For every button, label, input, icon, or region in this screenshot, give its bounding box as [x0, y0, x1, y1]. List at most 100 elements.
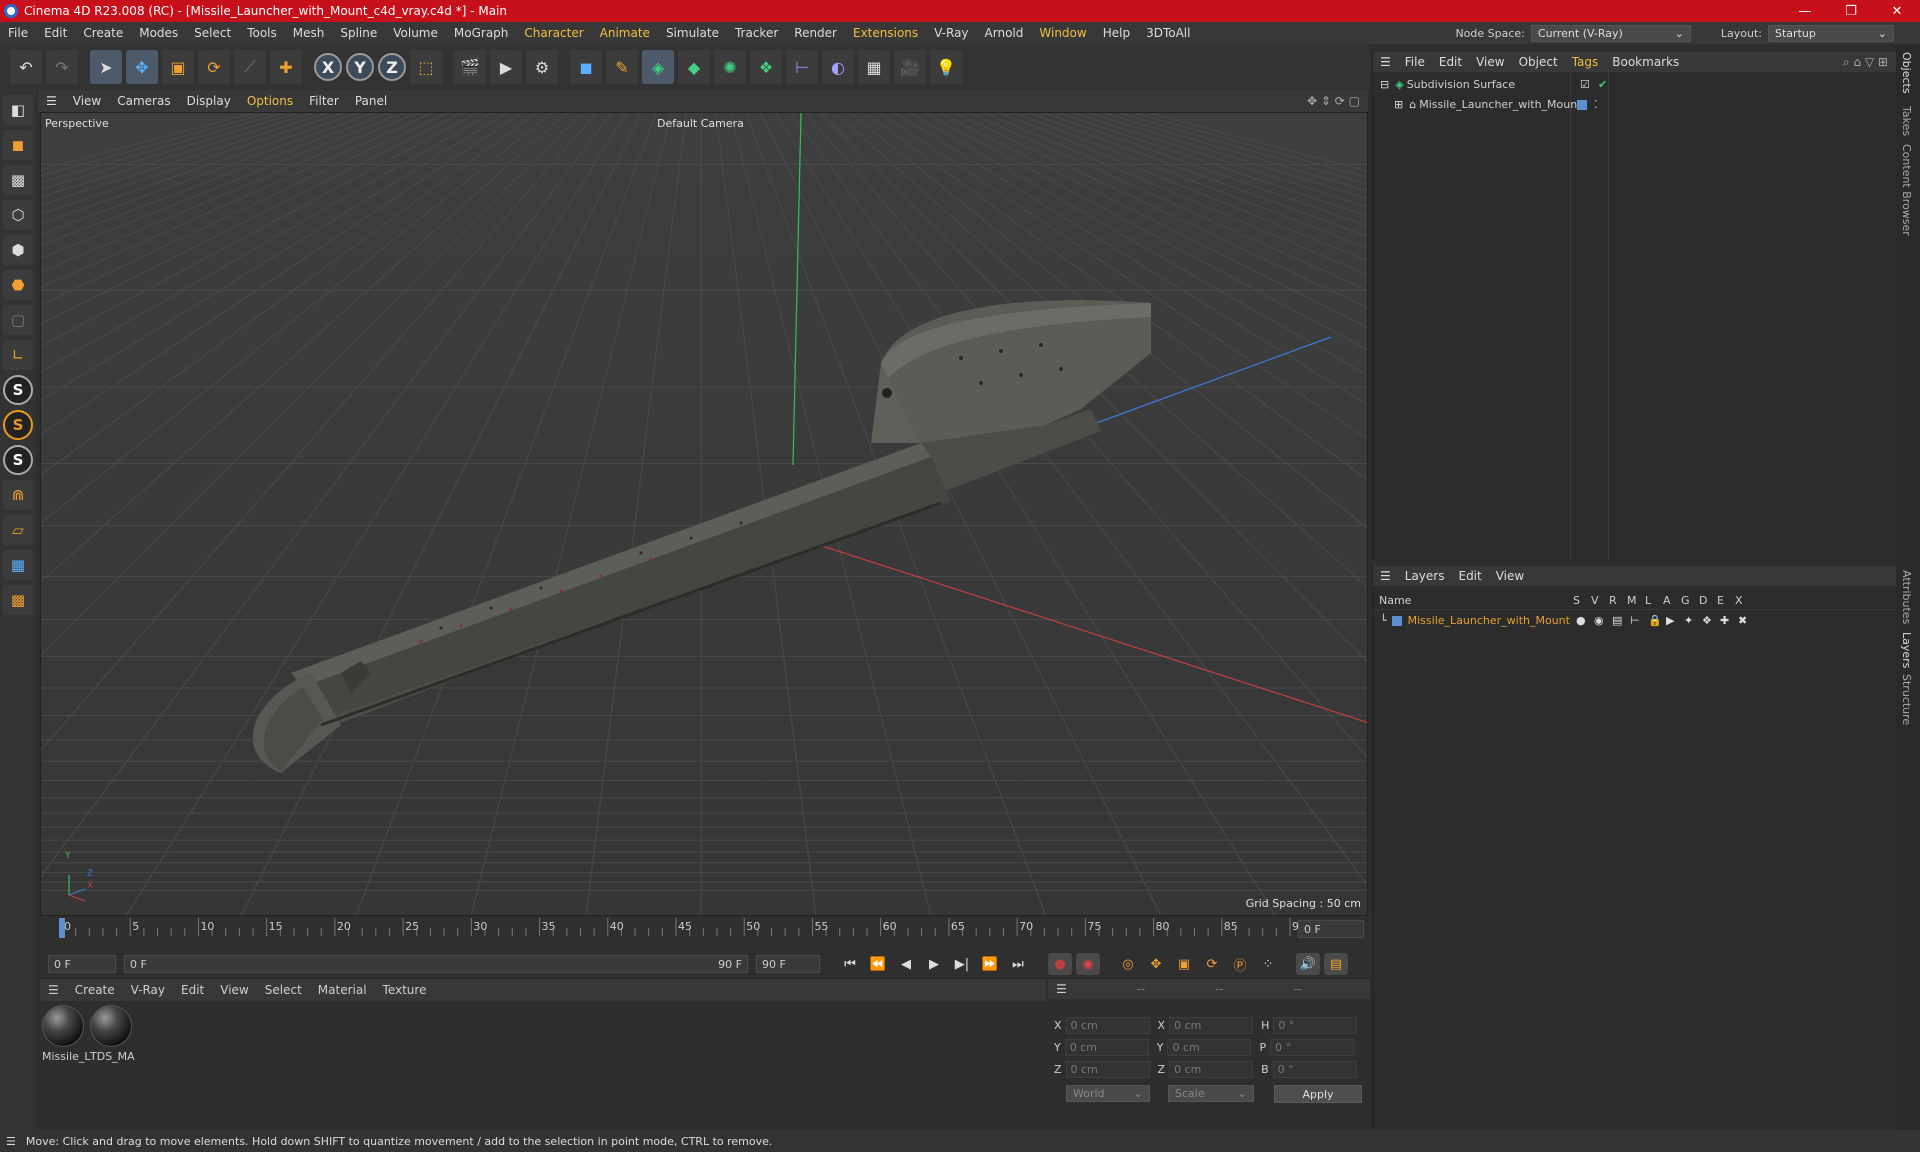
- hamburger-icon[interactable]: ☰: [1373, 569, 1398, 583]
- go-to-start-icon[interactable]: ⏮: [838, 953, 862, 975]
- hamburger-icon[interactable]: ☰: [40, 983, 67, 997]
- menu-animate[interactable]: Animate: [592, 26, 658, 40]
- key-position-icon[interactable]: ✥: [1144, 953, 1168, 975]
- menu-mograph[interactable]: MoGraph: [446, 26, 517, 40]
- obj-menu-file[interactable]: File: [1398, 55, 1432, 69]
- menu-3dtoall[interactable]: 3DToAll: [1138, 26, 1198, 40]
- timeline-ruler[interactable]: 051015202530354045505560657075808590 0 F: [40, 916, 1370, 950]
- frame-range-slider[interactable]: 0 F 90 F: [124, 955, 748, 973]
- floor-icon[interactable]: ▦: [858, 50, 890, 84]
- snap-icon[interactable]: S: [3, 375, 33, 405]
- expressions-icon[interactable]: ✚: [1720, 614, 1729, 627]
- menu-window[interactable]: Window: [1031, 26, 1094, 40]
- maximize-button[interactable]: ❐: [1828, 0, 1874, 22]
- render-region-icon[interactable]: 🎬: [454, 50, 486, 84]
- vp-menu-panel[interactable]: Panel: [347, 94, 395, 108]
- extrude-icon[interactable]: ◆: [678, 50, 710, 84]
- rotate-icon[interactable]: ⟳: [198, 50, 230, 84]
- previous-frame-icon[interactable]: ◀: [894, 953, 918, 975]
- obj-menu-tags[interactable]: Tags: [1565, 55, 1606, 69]
- menu-character[interactable]: Character: [516, 26, 591, 40]
- polygon-mode-icon[interactable]: ⬣: [3, 270, 33, 300]
- layers-menu-view[interactable]: View: [1489, 569, 1531, 583]
- manager-icon[interactable]: ⊢: [1630, 614, 1640, 627]
- sound-icon[interactable]: 🔊: [1296, 953, 1320, 975]
- field-icon[interactable]: ◐: [822, 50, 854, 84]
- grid-icon[interactable]: ▦: [3, 550, 33, 580]
- quantize-icon[interactable]: S: [3, 445, 33, 475]
- knife-icon[interactable]: ⟋: [234, 50, 266, 84]
- menu-extensions[interactable]: Extensions: [845, 26, 926, 40]
- timeline-window-icon[interactable]: ▤: [1324, 953, 1348, 975]
- model-mode-icon[interactable]: ◧: [3, 95, 33, 125]
- mat-menu-texture[interactable]: Texture: [375, 983, 435, 997]
- tab-layers[interactable]: Layers: [1900, 632, 1913, 668]
- vp-menu-cameras[interactable]: Cameras: [109, 94, 178, 108]
- workplane-icon[interactable]: ▱: [3, 515, 33, 545]
- position-z-field[interactable]: 0 cm: [1065, 1061, 1150, 1078]
- mat-menu-create[interactable]: Create: [67, 983, 123, 997]
- rotation-b-field[interactable]: 0 °: [1272, 1061, 1357, 1078]
- deformers-icon[interactable]: ❖: [1702, 614, 1712, 627]
- render-settings-icon[interactable]: ⚙: [526, 50, 558, 84]
- mat-menu-material[interactable]: Material: [310, 983, 375, 997]
- object-row-missile-launcher[interactable]: ⊞ ⌂ Missile_Launcher_with_Mount ⁚: [1391, 98, 1897, 111]
- menu-select[interactable]: Select: [186, 26, 239, 40]
- move-icon[interactable]: ✥: [126, 50, 158, 84]
- tab-attributes[interactable]: Attributes: [1900, 570, 1913, 624]
- vp-menu-display[interactable]: Display: [179, 94, 239, 108]
- cloner-icon[interactable]: ✺: [714, 50, 746, 84]
- material-swatch[interactable]: TDS_MA: [90, 1005, 135, 1063]
- magnet-icon[interactable]: ⋒: [3, 480, 33, 510]
- obj-menu-edit[interactable]: Edit: [1432, 55, 1469, 69]
- vp-menu-filter[interactable]: Filter: [301, 94, 347, 108]
- menu-simulate[interactable]: Simulate: [658, 26, 727, 40]
- y-axis-icon[interactable]: Y: [346, 53, 374, 81]
- add-icon[interactable]: ✚: [270, 50, 302, 84]
- play-icon[interactable]: ▶: [922, 953, 946, 975]
- axis-mode-icon[interactable]: ∟: [3, 340, 33, 370]
- key-rotation-icon[interactable]: ⟳: [1200, 953, 1224, 975]
- minimize-button[interactable]: —: [1782, 0, 1828, 22]
- snap-settings-icon[interactable]: S: [3, 410, 33, 440]
- hamburger-icon[interactable]: ☰: [1056, 982, 1067, 996]
- hamburger-icon[interactable]: ☰: [6, 1135, 16, 1148]
- playhead[interactable]: [59, 918, 65, 938]
- apply-button[interactable]: Apply: [1274, 1085, 1362, 1103]
- expand-icon[interactable]: ⊞: [1394, 98, 1403, 111]
- mat-menu-view[interactable]: View: [212, 983, 256, 997]
- menu-arnold[interactable]: Arnold: [977, 26, 1032, 40]
- keyframe-selection-icon[interactable]: ◎: [1116, 953, 1140, 975]
- deformer-icon[interactable]: ⊢: [786, 50, 818, 84]
- frame-ruler[interactable]: 051015202530354045505560657075808590: [50, 916, 1300, 944]
- checkbox-icon[interactable]: ☑: [1580, 78, 1590, 91]
- next-frame-icon[interactable]: ▶|: [950, 953, 974, 975]
- menu-mesh[interactable]: Mesh: [285, 26, 333, 40]
- mat-menu-vray[interactable]: V-Ray: [123, 983, 173, 997]
- scale-icon[interactable]: ▣: [162, 50, 194, 84]
- size-y-field[interactable]: 0 cm: [1167, 1039, 1252, 1056]
- edge-mode-icon[interactable]: ⬢: [3, 235, 33, 265]
- go-to-end-icon[interactable]: ⏭: [1006, 953, 1030, 975]
- render-icon[interactable]: ▤: [1612, 614, 1622, 627]
- size-x-field[interactable]: 0 cm: [1169, 1017, 1254, 1034]
- view-eye-icon[interactable]: ◉: [1594, 614, 1604, 627]
- locked-workplane-icon[interactable]: ▩: [3, 585, 33, 615]
- key-pla-icon[interactable]: ⁘: [1256, 953, 1280, 975]
- obj-menu-view[interactable]: View: [1469, 55, 1511, 69]
- menu-tools[interactable]: Tools: [239, 26, 285, 40]
- viewport-nav-icons[interactable]: ✥ ⇕ ⟳ ▢: [1307, 94, 1360, 108]
- key-scale-icon[interactable]: ▣: [1172, 953, 1196, 975]
- menu-tracker[interactable]: Tracker: [727, 26, 786, 40]
- mat-menu-select[interactable]: Select: [257, 983, 310, 997]
- x-axis-icon[interactable]: X: [314, 53, 342, 81]
- position-x-field[interactable]: 0 cm: [1065, 1017, 1150, 1034]
- autokey-icon[interactable]: ◉: [1076, 953, 1100, 975]
- camera-icon[interactable]: 🎥: [894, 50, 926, 84]
- obj-menu-bookmarks[interactable]: Bookmarks: [1605, 55, 1686, 69]
- cube-icon[interactable]: ◼: [570, 50, 602, 84]
- menu-modes[interactable]: Modes: [131, 26, 186, 40]
- z-axis-icon[interactable]: Z: [378, 53, 406, 81]
- menu-vray[interactable]: V-Ray: [926, 26, 976, 40]
- position-y-field[interactable]: 0 cm: [1064, 1039, 1149, 1056]
